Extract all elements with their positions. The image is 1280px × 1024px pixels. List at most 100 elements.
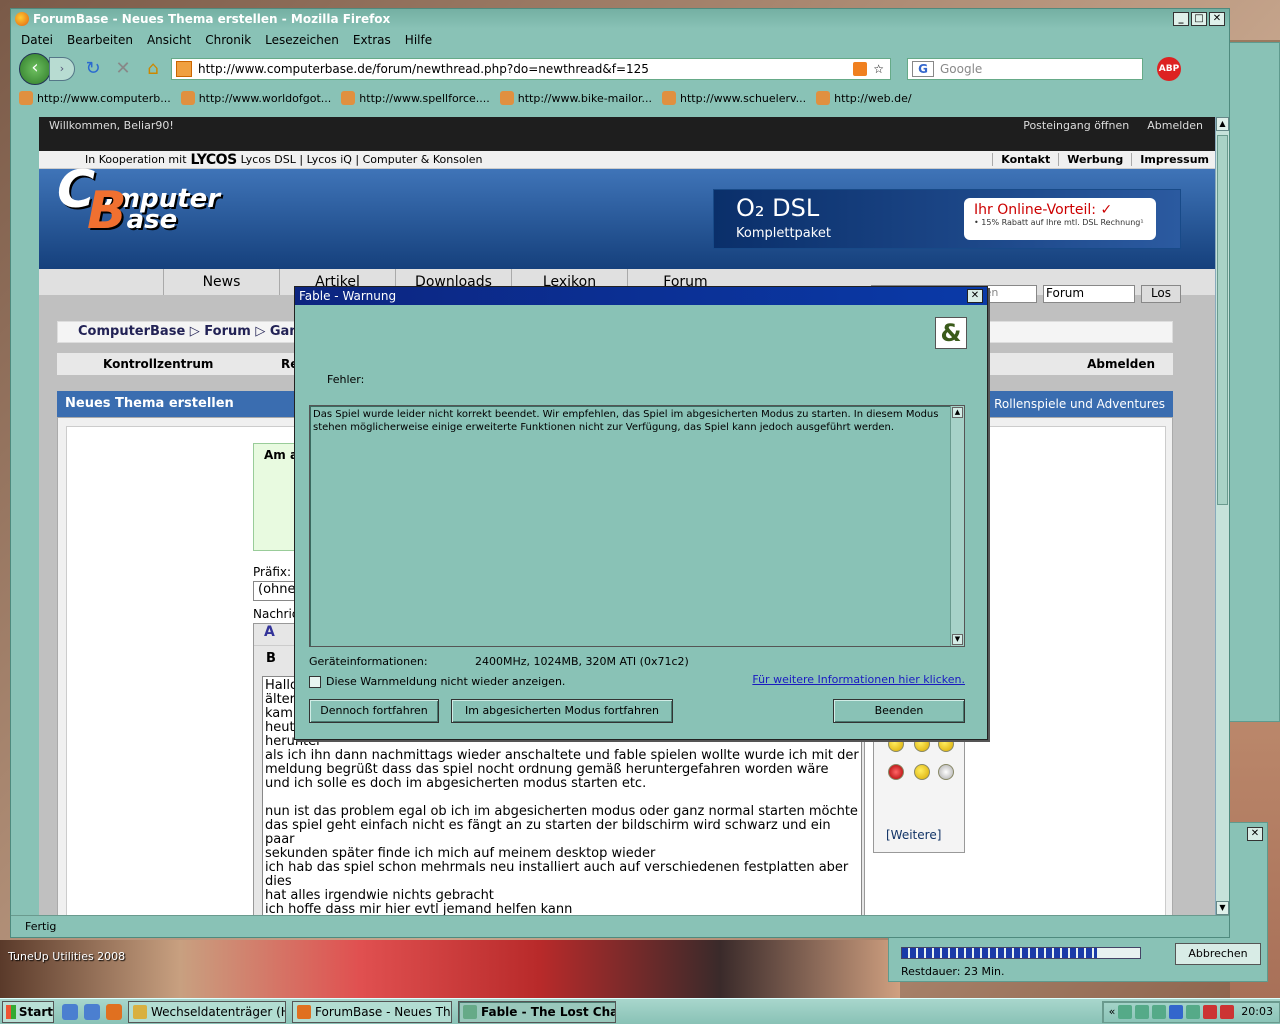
nav-news[interactable]: News [163, 269, 279, 295]
cooperation-bar: In Kooperation mit LYCOS Lycos DSL | Lyc… [39, 151, 1217, 169]
start-button[interactable]: Start [2, 1000, 54, 1023]
search-input[interactable]: G Google [907, 58, 1143, 80]
format-icon[interactable]: A [264, 624, 275, 640]
dont-show-again[interactable]: Diese Warnmeldung nicht wieder anzeigen. [309, 675, 565, 688]
lycos-logo[interactable]: LYCOS [191, 152, 238, 168]
inbox-link[interactable]: Posteingang öffnen [1023, 117, 1129, 135]
error-label: Fehler: [327, 373, 365, 386]
ad-banner[interactable]: O₂ DSL Komplettpaket Ihr Online-Vorteil:… [713, 189, 1181, 249]
tray-icon[interactable] [1220, 1004, 1235, 1019]
message-scrollbar[interactable]: ▲ ▼ [950, 406, 964, 646]
fable-warning-dialog[interactable]: Fable - Warnung ✕ & Fehler: Das Spiel wu… [294, 286, 988, 740]
bookmarks-toolbar: http://www.computerb... http://www.world… [11, 87, 1229, 109]
site-icon [176, 61, 192, 77]
error-message: Das Spiel wurde leider nicht korrekt bee… [313, 409, 939, 433]
site-header: Computer Base O₂ DSL Komplettpaket Ihr O… [39, 164, 1217, 269]
smiley-icon[interactable] [888, 764, 904, 780]
title-bar[interactable]: ForumBase - Neues Thema erstellen - Mozi… [11, 9, 1229, 29]
error-message-box: Das Spiel wurde leider nicht korrekt bee… [309, 405, 965, 647]
more-info-link[interactable]: Für weitere Informationen hier klicken. [752, 673, 965, 686]
logout-link[interactable]: Abmelden [1147, 117, 1203, 135]
clock[interactable]: 20:03 [1241, 1005, 1273, 1018]
firefox-icon[interactable] [106, 1003, 122, 1020]
site-search-select[interactable]: Forum [1043, 285, 1135, 303]
forum-name[interactable]: n: Rollenspiele und Adventures [979, 391, 1165, 417]
coop-links[interactable]: Lycos DSL | Lycos iQ | Computer & Konsol… [241, 153, 483, 166]
tray-icon[interactable] [1186, 1004, 1201, 1019]
task-fable[interactable]: Fable - The Lost Cha... [458, 1000, 616, 1023]
menu-hilfe[interactable]: Hilfe [405, 33, 432, 47]
tray-icon[interactable] [1152, 1004, 1167, 1019]
tray-expand-icon[interactable]: « [1109, 1005, 1116, 1018]
scrollbar-thumb[interactable] [1217, 135, 1228, 505]
device-info-label: Geräteinformationen: [309, 655, 428, 668]
tray-icon[interactable] [1203, 1004, 1218, 1019]
maximize-icon[interactable]: □ [1191, 12, 1207, 26]
logout-link[interactable]: Abmelden [1087, 353, 1155, 375]
ie-icon[interactable] [84, 1003, 100, 1020]
close-icon[interactable]: ✕ [1247, 827, 1263, 841]
message-label: Nachric [253, 607, 299, 621]
rss-icon[interactable] [853, 62, 868, 76]
bold-icon[interactable]: B [266, 651, 276, 666]
menu-bearbeiten[interactable]: Bearbeiten [67, 33, 133, 47]
safe-mode-button[interactable]: Im abgesicherten Modus fortfahren [451, 699, 673, 723]
scroll-down-icon[interactable]: ▼ [952, 634, 963, 645]
reload-icon[interactable]: ↻ [81, 57, 105, 81]
task-firefox[interactable]: ForumBase - Neues Them... [292, 1000, 452, 1023]
cancel-button[interactable]: Abbrechen [1175, 943, 1261, 965]
control-panel-link[interactable]: Kontrollzentrum [103, 353, 213, 375]
continue-button[interactable]: Dennoch fortfahren [309, 699, 439, 723]
smiley-icon[interactable] [938, 764, 954, 780]
taskbar: Start Wechseldatenträger (H:) ForumBase … [0, 998, 1280, 1024]
desktop-icon[interactable] [62, 1003, 78, 1020]
scroll-up-icon[interactable]: ▲ [952, 407, 963, 418]
home-icon[interactable]: ⌂ [141, 57, 165, 81]
forward-icon[interactable]: › [49, 57, 75, 81]
tray-icon[interactable] [1118, 1004, 1133, 1019]
menu-extras[interactable]: Extras [353, 33, 391, 47]
more-smilies-link[interactable]: [Weitere] [886, 828, 941, 842]
scroll-up-icon[interactable]: ▲ [1216, 117, 1229, 131]
menu-datei[interactable]: Datei [21, 33, 53, 47]
stop-icon[interactable]: ✕ [111, 57, 135, 81]
device-info-value: 2400MHz, 1024MB, 320M ATI (0x71c2) [475, 655, 689, 668]
desktop-icon-label[interactable]: TuneUp Utilities 2008 [8, 950, 125, 963]
tray-icon[interactable] [1169, 1004, 1184, 1019]
adblock-icon[interactable]: ABP [1157, 57, 1181, 81]
google-icon[interactable]: G [912, 61, 934, 77]
close-icon[interactable]: ✕ [967, 289, 983, 303]
computerbase-logo[interactable]: Computer Base [57, 164, 220, 237]
quit-button[interactable]: Beenden [833, 699, 965, 723]
site-search-button[interactable]: Los [1141, 285, 1181, 303]
system-tray: « 20:03 [1101, 1000, 1280, 1023]
dont-show-checkbox[interactable] [309, 675, 321, 688]
minimize-icon[interactable]: _ [1173, 12, 1189, 26]
bookmark-item[interactable]: http://www.worldofgot... [180, 91, 331, 105]
smiley-icon[interactable] [914, 764, 930, 780]
star-icon[interactable]: ☆ [873, 62, 884, 76]
background-window[interactable] [1228, 42, 1280, 722]
bookmark-item[interactable]: http://www.bike-mailor... [499, 91, 652, 105]
desktop-wallpaper [0, 940, 900, 1000]
scroll-down-icon[interactable]: ▼ [1216, 901, 1229, 915]
tray-icon[interactable] [1135, 1004, 1150, 1019]
advertising-link[interactable]: Werbung [1058, 153, 1131, 166]
close-icon[interactable]: ✕ [1209, 12, 1225, 26]
bookmark-item[interactable]: http://www.schuelerv... [661, 91, 806, 105]
page-scrollbar[interactable]: ▲ ▼ [1215, 117, 1229, 915]
dialog-title-bar[interactable]: Fable - Warnung ✕ [295, 287, 987, 305]
bookmark-item[interactable]: http://www.computerb... [19, 91, 171, 105]
bookmark-item[interactable]: http://www.spellforce.... [341, 91, 490, 105]
progress-bar [901, 947, 1141, 959]
menu-chronik[interactable]: Chronik [205, 33, 251, 47]
imprint-link[interactable]: Impressum [1131, 153, 1217, 166]
firefox-icon [15, 12, 29, 26]
menu-lesezeichen[interactable]: Lesezeichen [265, 33, 339, 47]
contact-link[interactable]: Kontakt [992, 153, 1058, 166]
bookmark-item[interactable]: http://web.de/ [816, 91, 912, 105]
url-bar[interactable]: http://www.computerbase.de/forum/newthre… [171, 58, 891, 80]
back-icon[interactable]: ‹ [19, 53, 51, 85]
task-removable-drive[interactable]: Wechseldatenträger (H:) [128, 1000, 286, 1023]
menu-ansicht[interactable]: Ansicht [147, 33, 191, 47]
